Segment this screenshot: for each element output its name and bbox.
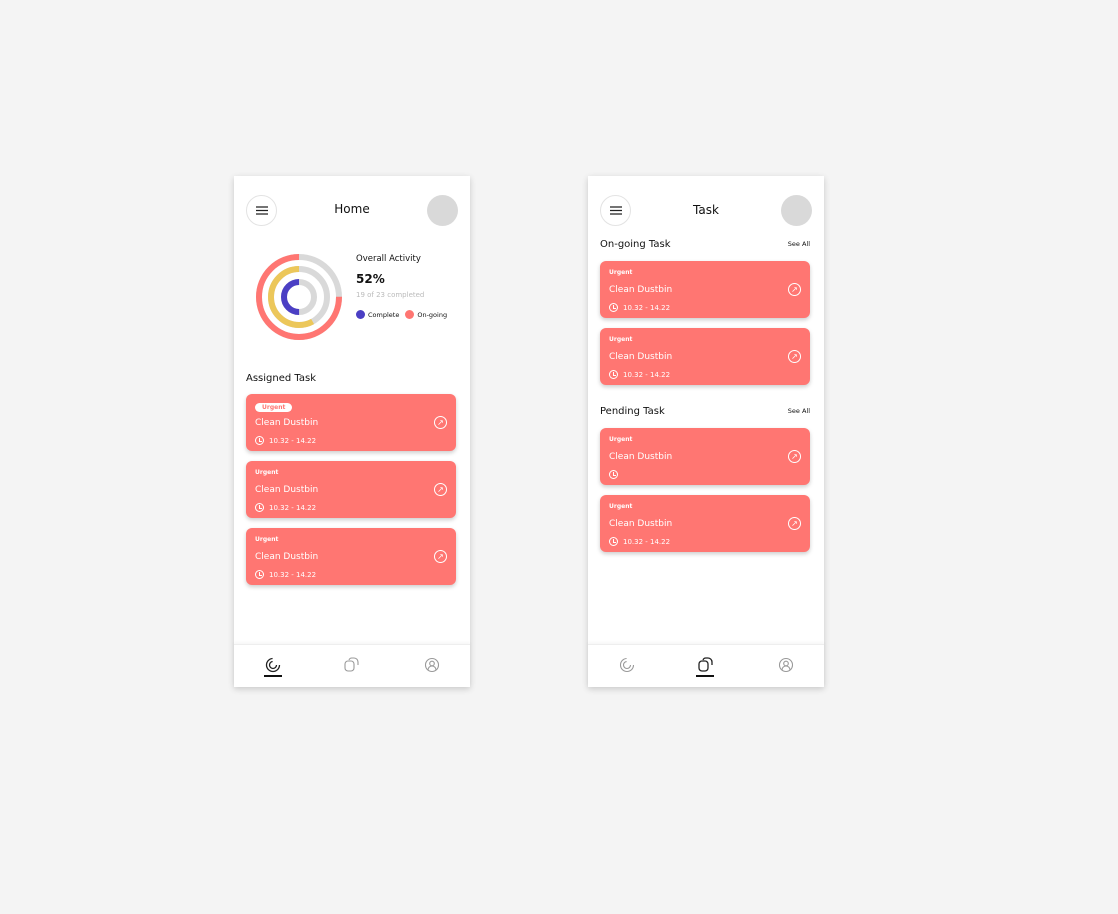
clock-icon xyxy=(255,570,264,579)
clock-icon xyxy=(609,370,618,379)
activity-icon xyxy=(619,657,635,673)
active-indicator xyxy=(696,675,714,677)
bottom-nav xyxy=(234,644,470,687)
activity-icon xyxy=(265,657,281,673)
task-name: Clean Dustbin xyxy=(255,485,319,495)
legend: Complete On-going xyxy=(356,310,447,319)
arrow-up-right-circle-icon[interactable]: ↗ xyxy=(434,416,447,429)
arrow-up-right-circle-icon[interactable]: ↗ xyxy=(788,517,801,530)
task-screen: Task On-going Task See All Urgent Clean D… xyxy=(588,176,824,687)
urgent-badge: Urgent xyxy=(255,403,293,412)
task-time: 10.32 - 14.22 xyxy=(269,503,317,512)
task-name: Clean Dustbin xyxy=(609,352,673,362)
arrow-up-right-circle-icon[interactable]: ↗ xyxy=(788,350,801,363)
nav-profile[interactable] xyxy=(420,657,444,681)
task-card[interactable]: Urgent Clean Dustbin 10.32 - 14.22 ↗ xyxy=(246,394,456,451)
nav-activity[interactable] xyxy=(615,657,639,681)
bottom-nav xyxy=(588,644,824,687)
legend-complete-swatch xyxy=(356,310,365,319)
task-name: Clean Dustbin xyxy=(609,452,673,462)
task-time: 10.32 - 14.22 xyxy=(623,537,671,546)
task-name: Clean Dustbin xyxy=(255,552,319,562)
see-all-ongoing[interactable]: See All xyxy=(788,240,810,248)
task-time: 10.32 - 14.22 xyxy=(623,303,671,312)
pending-title: Pending Task xyxy=(600,406,665,417)
clock-icon xyxy=(255,503,264,512)
tasks-icon xyxy=(344,657,359,672)
clock-icon xyxy=(609,470,618,479)
section-title: Assigned Task xyxy=(246,373,316,384)
avatar[interactable] xyxy=(427,195,458,226)
avatar[interactable] xyxy=(781,195,812,226)
active-indicator xyxy=(264,675,282,677)
urgent-badge: Urgent xyxy=(609,269,633,276)
task-card[interactable]: Urgent Clean Dustbin 10.32 - 14.22 ↗ xyxy=(246,528,456,585)
task-card[interactable]: Urgent Clean Dustbin ↗ xyxy=(600,428,810,485)
ongoing-title: On-going Task xyxy=(600,239,671,250)
arrow-up-right-circle-icon[interactable]: ↗ xyxy=(788,283,801,296)
legend-ongoing-swatch xyxy=(405,310,415,319)
home-screen: Home Overall Activity 52% 19 of 23 compl… xyxy=(234,176,470,687)
task-name: Clean Dustbin xyxy=(609,285,673,295)
clock-icon xyxy=(609,303,618,312)
urgent-badge: Urgent xyxy=(255,536,279,543)
nav-tasks[interactable] xyxy=(339,657,363,681)
clock-icon xyxy=(609,537,618,546)
task-time: 10.32 - 14.22 xyxy=(269,570,317,579)
task-card[interactable]: Urgent Clean Dustbin 10.32 - 14.22 ↗ xyxy=(600,495,810,552)
urgent-badge: Urgent xyxy=(609,503,633,510)
urgent-badge: Urgent xyxy=(609,336,633,343)
see-all-pending[interactable]: See All xyxy=(788,407,810,415)
task-card[interactable]: Urgent Clean Dustbin 10.32 - 14.22 ↗ xyxy=(246,461,456,518)
nav-activity[interactable] xyxy=(261,657,285,681)
task-card[interactable]: Urgent Clean Dustbin 10.32 - 14.22 ↗ xyxy=(600,328,810,385)
nav-profile[interactable] xyxy=(774,657,798,681)
arrow-up-right-circle-icon[interactable]: ↗ xyxy=(434,550,447,563)
task-time: 10.32 - 14.22 xyxy=(269,436,317,445)
urgent-badge: Urgent xyxy=(255,469,279,476)
tasks-icon xyxy=(698,657,713,672)
urgent-badge: Urgent xyxy=(609,436,633,443)
profile-icon xyxy=(424,657,440,673)
activity-title: Overall Activity xyxy=(356,254,421,264)
legend-complete: Complete xyxy=(368,310,400,319)
task-time: 10.32 - 14.22 xyxy=(623,370,671,379)
activity-donut xyxy=(256,254,342,340)
legend-ongoing: On-going xyxy=(417,310,448,319)
nav-tasks[interactable] xyxy=(693,657,717,681)
clock-icon xyxy=(255,436,264,445)
task-card[interactable]: Urgent Clean Dustbin 10.32 - 14.22 ↗ xyxy=(600,261,810,318)
arrow-up-right-circle-icon[interactable]: ↗ xyxy=(434,483,447,496)
activity-summary: 19 of 23 completed xyxy=(356,291,425,299)
arrow-up-right-circle-icon[interactable]: ↗ xyxy=(788,450,801,463)
task-name: Clean Dustbin xyxy=(255,418,319,428)
activity-percent: 52% xyxy=(356,272,385,286)
profile-icon xyxy=(778,657,794,673)
task-name: Clean Dustbin xyxy=(609,519,673,529)
